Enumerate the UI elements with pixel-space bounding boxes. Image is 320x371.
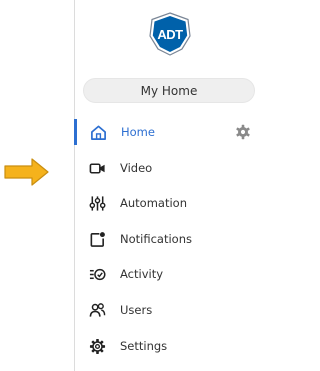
adt-logo: ADT (149, 12, 191, 56)
sidebar-item-users[interactable]: Users (75, 297, 259, 323)
sidebar: ADT My Home Home Video Automation Notifi… (74, 0, 259, 371)
sidebar-item-label: Automation (120, 196, 187, 210)
sidebar-item-activity[interactable]: Activity (75, 261, 259, 287)
home-selector[interactable]: My Home (83, 78, 255, 103)
sliders-icon (89, 196, 106, 211)
sidebar-item-label: Home (121, 125, 155, 139)
gear-icon (89, 338, 106, 355)
sidebar-item-notifications[interactable]: Notifications (75, 226, 259, 252)
sidebar-item-label: Settings (120, 339, 168, 353)
home-settings-gear-icon[interactable] (235, 124, 251, 140)
notification-icon (90, 232, 105, 247)
sidebar-item-settings[interactable]: Settings (75, 333, 259, 359)
sidebar-item-video[interactable]: Video (75, 155, 259, 181)
sidebar-item-automation[interactable]: Automation (75, 190, 259, 216)
sidebar-item-label: Video (120, 161, 153, 175)
sidebar-item-label: Users (120, 303, 153, 317)
sidebar-item-label: Activity (120, 267, 164, 281)
sidebar-item-label: Notifications (120, 232, 192, 246)
home-icon (91, 125, 106, 140)
sidebar-item-home[interactable]: Home (74, 119, 261, 145)
svg-text:ADT: ADT (157, 27, 183, 42)
home-selector-label: My Home (140, 84, 198, 98)
users-icon (89, 303, 106, 317)
pointer-arrow-icon (4, 158, 49, 186)
activity-icon (89, 268, 106, 281)
video-camera-icon (89, 163, 105, 174)
